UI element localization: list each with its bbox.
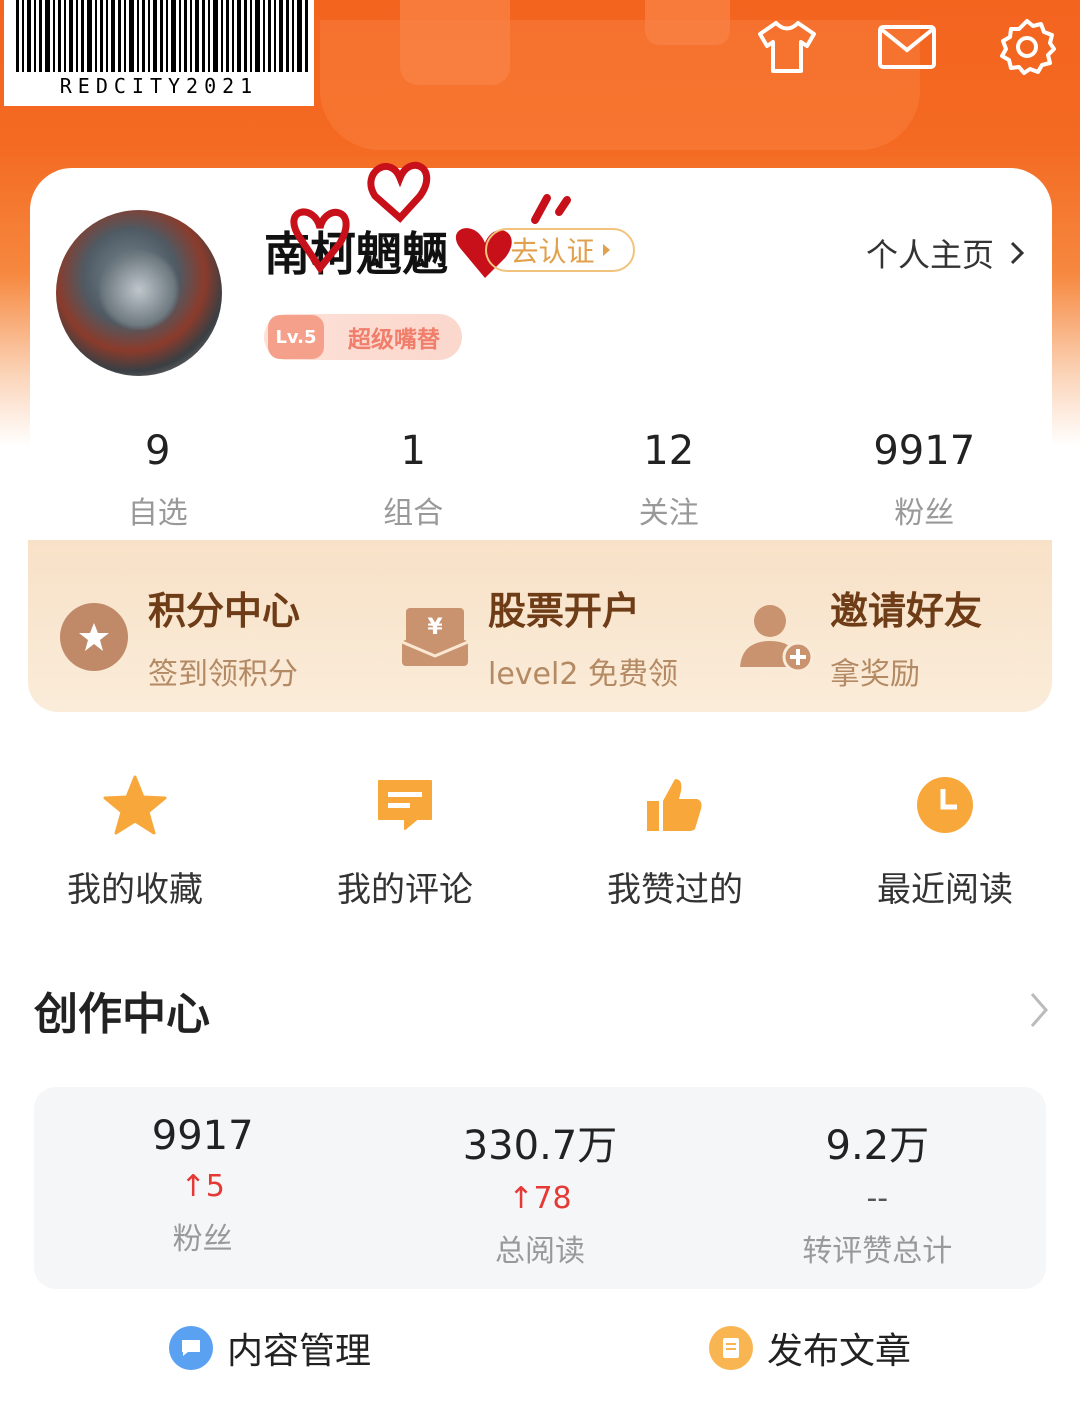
quick-label: 最近阅读 bbox=[877, 870, 1013, 910]
settings-icon[interactable] bbox=[996, 16, 1058, 78]
quick-label: 我的收藏 bbox=[67, 870, 203, 910]
star-icon bbox=[100, 770, 170, 840]
content-management-button[interactable]: 内容管理 bbox=[0, 1322, 540, 1374]
homepage-link[interactable]: 个人主页 bbox=[866, 230, 1026, 276]
publish-article-button[interactable]: 发布文章 bbox=[540, 1322, 1080, 1374]
promo-stock-account[interactable]: ¥ 股票开户 level2 免费领 bbox=[400, 580, 678, 693]
stat-watchlist[interactable]: 9 自选 bbox=[30, 428, 286, 532]
quick-liked[interactable]: 我赞过的 bbox=[540, 770, 810, 911]
creation-stat-engagement[interactable]: 9.2万 -- 转评赞总计 bbox=[709, 1087, 1046, 1289]
chevron-right-icon[interactable] bbox=[1028, 990, 1050, 1030]
stat-followers[interactable]: 9917 粉丝 bbox=[797, 428, 1053, 532]
quick-comments[interactable]: 我的评论 bbox=[270, 770, 540, 911]
creation-stats-card: 9917 ↑5 粉丝 330.7万 ↑78 总阅读 9.2万 -- 转评赞总计 bbox=[34, 1087, 1046, 1289]
barcode-bars bbox=[16, 0, 308, 72]
quick-actions: 我的收藏 我的评论 我赞过的 最近阅读 bbox=[0, 770, 1080, 911]
stat-label: 自选 bbox=[127, 496, 188, 531]
promo-title: 股票开户 bbox=[488, 589, 641, 633]
document-icon bbox=[708, 1326, 753, 1370]
level-title: 超级嘴替 bbox=[348, 327, 440, 353]
svg-text:¥: ¥ bbox=[427, 615, 443, 640]
publish-article-label: 发布文章 bbox=[766, 1331, 911, 1372]
quick-label: 我的评论 bbox=[337, 870, 473, 910]
stat-label: 粉丝 bbox=[894, 496, 955, 531]
profile-stats: 9 自选 1 组合 12 关注 9917 粉丝 bbox=[30, 428, 1052, 532]
quick-favorites[interactable]: 我的收藏 bbox=[0, 770, 270, 911]
creation-stat-value: 9917 bbox=[151, 1113, 254, 1159]
thumbs-up-icon bbox=[640, 770, 710, 840]
stat-value: 12 bbox=[643, 428, 695, 474]
profile-name: 南柯魍魉 bbox=[264, 227, 448, 281]
add-user-icon bbox=[736, 597, 816, 677]
play-arrow-icon bbox=[602, 244, 610, 256]
level-icon: Lv.5 bbox=[268, 315, 324, 359]
promo-invite-friends[interactable]: 邀请好友 拿奖励 bbox=[736, 580, 982, 693]
star-badge-icon bbox=[60, 602, 128, 671]
clock-icon bbox=[910, 770, 980, 840]
stat-following[interactable]: 12 关注 bbox=[541, 428, 797, 532]
verify-label: 去认证 bbox=[510, 235, 595, 268]
chevron-right-icon bbox=[1010, 241, 1025, 265]
arrow-up-icon: ↑ bbox=[180, 1169, 206, 1204]
stat-value: 1 bbox=[400, 428, 426, 474]
promo-subtitle: 签到领积分 bbox=[148, 657, 298, 692]
promo-subtitle: 拿奖励 bbox=[830, 657, 920, 692]
stat-label: 关注 bbox=[638, 496, 699, 531]
header-actions bbox=[756, 16, 1058, 78]
comment-icon bbox=[370, 770, 440, 840]
level-badge[interactable]: Lv.5 超级嘴替 bbox=[264, 314, 462, 360]
creation-stat-reads[interactable]: 330.7万 ↑78 总阅读 bbox=[371, 1087, 708, 1289]
arrow-up-icon: ↑ bbox=[508, 1181, 534, 1216]
creation-stat-delta: ↑78 bbox=[371, 1181, 708, 1216]
delta-value: 5 bbox=[205, 1169, 225, 1204]
stat-label: 组合 bbox=[383, 496, 444, 531]
promo-title: 邀请好友 bbox=[830, 589, 983, 633]
yuan-envelope-icon: ¥ bbox=[400, 602, 470, 672]
shirt-icon[interactable] bbox=[756, 16, 818, 78]
creation-stat-delta: -- bbox=[866, 1181, 889, 1216]
creation-stat-label: 粉丝 bbox=[172, 1222, 233, 1257]
stat-portfolio[interactable]: 1 组合 bbox=[286, 428, 542, 532]
creation-stat-label: 转评赞总计 bbox=[802, 1234, 953, 1269]
creation-center-title: 创作中心 bbox=[34, 989, 210, 1040]
profile-card: 南柯魍魉 去认证 个人主页 Lv.5 超级嘴替 9 自选 1 组合 12 关注 bbox=[30, 161, 1052, 554]
avatar[interactable] bbox=[56, 210, 222, 376]
mail-icon[interactable] bbox=[876, 16, 938, 78]
quick-recent[interactable]: 最近阅读 bbox=[810, 770, 1080, 911]
creation-stat-value: 9.2万 bbox=[825, 1123, 930, 1169]
stat-value: 9 bbox=[145, 428, 171, 474]
creation-stat-followers[interactable]: 9917 ↑5 粉丝 bbox=[34, 1087, 371, 1289]
promo-strip: 积分中心 签到领积分 ¥ 股票开户 level2 免费领 邀请好友 拿奖励 bbox=[28, 540, 1052, 712]
creation-actions: 内容管理 发布文章 bbox=[0, 1322, 1080, 1374]
creation-stat-label: 总阅读 bbox=[494, 1234, 585, 1269]
barcode-text: REDCITY2021 bbox=[59, 74, 259, 98]
chat-bubble-icon bbox=[168, 1326, 213, 1370]
creation-stat-value: 330.7万 bbox=[462, 1123, 618, 1169]
header-decoration bbox=[645, 0, 730, 45]
doodle-marks bbox=[531, 194, 571, 224]
creation-stat-delta: ↑5 bbox=[34, 1169, 371, 1204]
stat-value: 9917 bbox=[873, 428, 976, 474]
content-management-label: 内容管理 bbox=[226, 1331, 371, 1372]
promo-points-center[interactable]: 积分中心 签到领积分 bbox=[60, 580, 300, 693]
promo-subtitle: level2 免费领 bbox=[488, 657, 678, 692]
verify-button[interactable]: 去认证 bbox=[485, 228, 635, 272]
header-decoration bbox=[400, 0, 510, 85]
delta-value: 78 bbox=[533, 1181, 572, 1216]
barcode-watermark: REDCITY2021 bbox=[4, 0, 314, 106]
promo-title: 积分中心 bbox=[148, 589, 301, 633]
quick-label: 我赞过的 bbox=[607, 870, 743, 910]
homepage-label: 个人主页 bbox=[865, 236, 994, 274]
